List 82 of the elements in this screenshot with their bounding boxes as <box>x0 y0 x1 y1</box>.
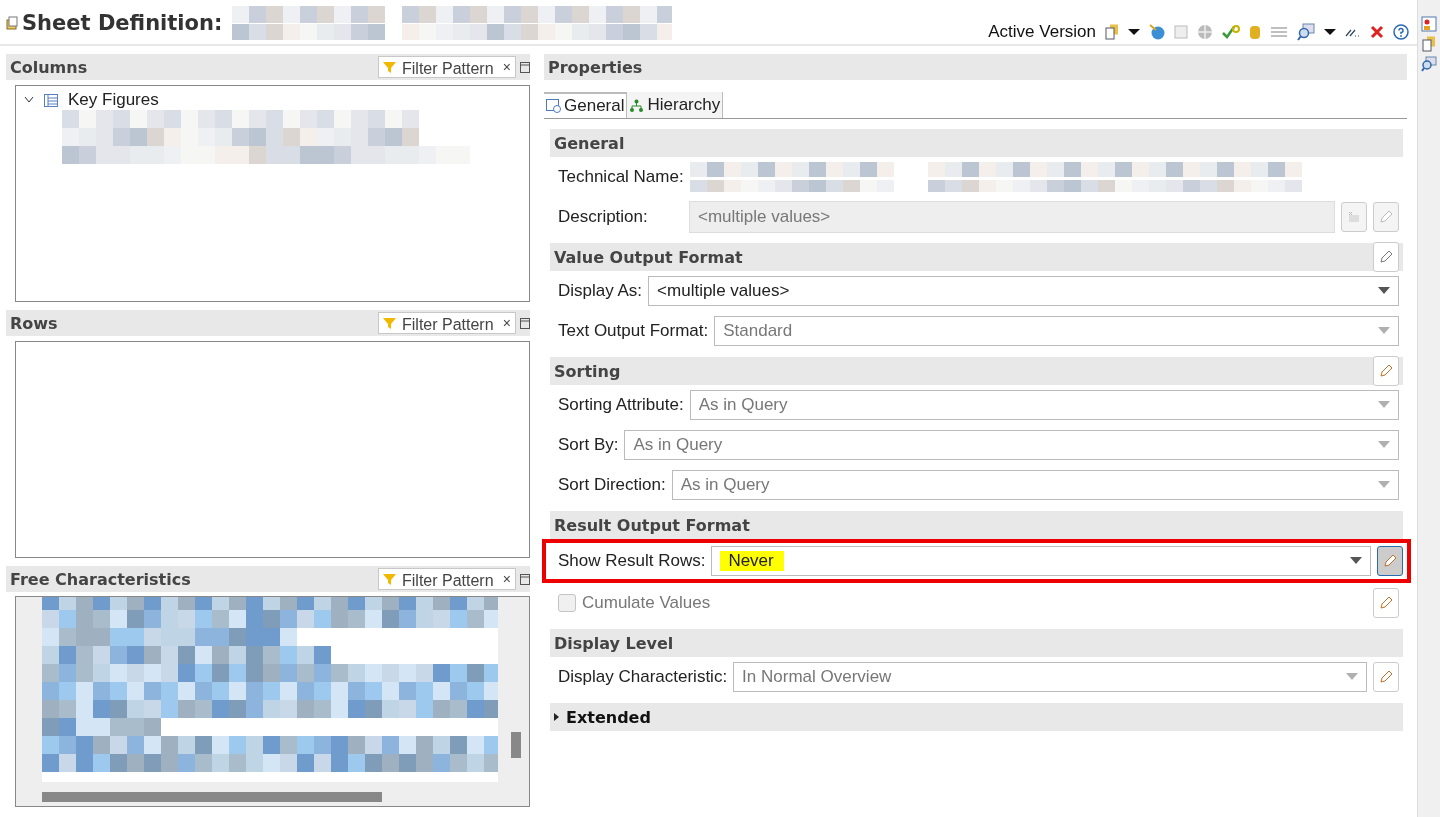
funnel-icon <box>383 60 396 74</box>
panel-title: Free Characteristics <box>10 569 192 589</box>
slash-icon[interactable] <box>1345 27 1361 37</box>
panel-title: Rows <box>10 313 59 333</box>
globe-icon[interactable] <box>1149 24 1165 40</box>
version-label: Active Version <box>988 22 1096 42</box>
field-label: Sorting Attribute: <box>558 395 684 415</box>
pie-icon[interactable] <box>1197 24 1213 40</box>
funnel-icon <box>383 316 396 330</box>
maximize-icon[interactable] <box>520 61 530 73</box>
panel-title: Columns <box>10 57 89 77</box>
translate-icon <box>1347 210 1361 224</box>
section-header[interactable]: Display Level <box>550 629 1403 657</box>
clear-button[interactable]: × <box>502 315 511 331</box>
search-icon[interactable] <box>1421 56 1437 72</box>
pencil-icon <box>1379 250 1393 264</box>
section-title: Value Output Format <box>554 247 743 267</box>
field-label: Sort Direction: <box>558 475 666 495</box>
dropdown[interactable]: Never <box>711 546 1371 576</box>
maximize-icon[interactable] <box>520 317 530 329</box>
checkbox-label: Cumulate Values <box>582 593 711 613</box>
section-title: Extended <box>566 707 651 727</box>
pencil-icon <box>1379 210 1393 224</box>
filter-field[interactable]: Filter Pattern × <box>378 568 516 590</box>
field-label: Text Output Format: <box>558 321 709 341</box>
person-card-icon[interactable] <box>1421 16 1437 32</box>
edit-button[interactable] <box>1377 546 1403 576</box>
caret-icon <box>1346 673 1358 681</box>
pencil-icon <box>1379 670 1393 684</box>
chevron-icon[interactable] <box>24 96 34 104</box>
section-title: Sorting <box>554 361 621 381</box>
maximize-icon[interactable] <box>520 573 530 585</box>
section-title: Result Output Format <box>554 515 750 535</box>
section-header[interactable]: Extended <box>550 703 1403 731</box>
field-label: Sort By: <box>558 435 619 455</box>
field-label: Display Characteristic: <box>558 667 728 687</box>
clear-button[interactable]: × <box>502 571 511 587</box>
field-label: Technical Name: <box>558 167 684 187</box>
pencil-icon <box>1383 554 1397 568</box>
check-icon[interactable] <box>1222 24 1240 40</box>
caret-icon <box>1350 557 1362 565</box>
section-header[interactable]: Sorting <box>550 357 1403 385</box>
close-icon[interactable] <box>1370 25 1384 39</box>
funnel-icon <box>383 572 396 586</box>
dropdown[interactable]: <multiple values> <box>648 276 1399 306</box>
caret-icon <box>1378 441 1390 449</box>
expand-icon <box>554 713 560 721</box>
section-title: General <box>554 133 625 153</box>
pencil-icon <box>1379 596 1393 610</box>
filter-field[interactable]: Filter Pattern × <box>378 312 516 334</box>
panel-title: Properties <box>548 57 644 77</box>
table-icon <box>44 93 58 107</box>
scrollbar-thumb[interactable] <box>511 732 521 758</box>
field-label: Display As: <box>558 281 643 301</box>
pencil-icon <box>1379 364 1393 378</box>
search-icon[interactable] <box>1297 23 1315 41</box>
caret-icon <box>1378 481 1390 489</box>
filter-field[interactable]: Filter Pattern × <box>378 56 516 78</box>
sheet-icon <box>6 16 18 30</box>
caret-icon[interactable] <box>1324 28 1336 36</box>
tree-item[interactable]: Key Figures <box>68 90 159 110</box>
caret-icon <box>1378 327 1390 335</box>
section-header[interactable]: Value Output Format <box>550 243 1403 271</box>
section-title: Display Level <box>554 633 674 653</box>
hierarchy-icon <box>629 98 645 112</box>
cylinder-icon[interactable] <box>1249 24 1261 40</box>
form-icon <box>546 99 561 113</box>
caret-icon <box>1378 401 1390 409</box>
field-label: Description: <box>558 207 649 227</box>
section-header[interactable]: Result Output Format <box>550 511 1403 539</box>
page-title: Sheet Definition: <box>22 11 223 35</box>
help-icon[interactable] <box>1393 24 1409 40</box>
field-label: Show Result Rows: <box>558 551 706 571</box>
caret-icon[interactable] <box>1128 28 1140 36</box>
document-icon[interactable] <box>1105 24 1119 40</box>
clear-button[interactable]: × <box>502 59 511 75</box>
scrollbar-thumb[interactable] <box>42 792 382 802</box>
section-header[interactable]: General <box>550 129 1403 157</box>
tab[interactable]: General <box>544 92 628 118</box>
tab[interactable]: Hierarchy <box>627 92 724 118</box>
caret-icon <box>1378 287 1390 295</box>
document-icon[interactable] <box>1422 36 1436 52</box>
